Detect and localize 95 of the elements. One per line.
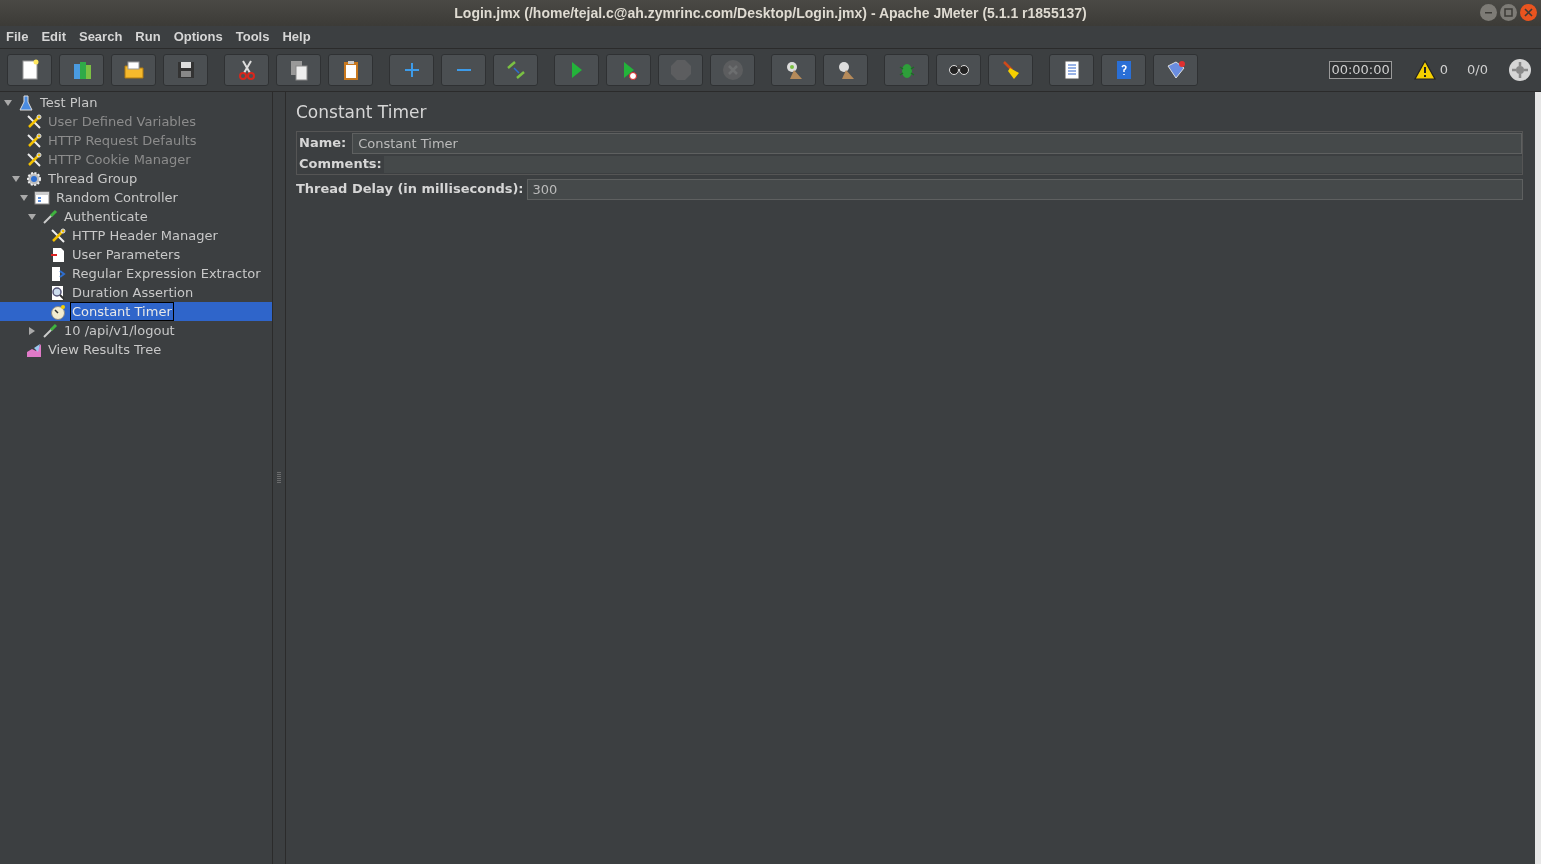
wrench-screwdriver-icon: [26, 151, 42, 168]
tree-row[interactable]: Test Plan: [0, 93, 272, 112]
tree-row[interactable]: Regular Expression Extractor: [0, 264, 272, 283]
selected-tree-row[interactable]: Constant Timer: [0, 302, 272, 321]
save-button[interactable]: [163, 54, 208, 86]
tree-row[interactable]: 10 /api/v1/logout: [0, 321, 272, 340]
expanded-toggle-icon[interactable]: [27, 211, 37, 222]
start-button[interactable]: [554, 54, 599, 86]
pipette-icon: [42, 208, 58, 225]
wrench-screwdriver-icon: [26, 113, 42, 130]
menu-item[interactable]: Run: [135, 28, 161, 46]
stopwatch-icon: [50, 303, 66, 320]
wrench-screwdriver-icon: [26, 132, 42, 149]
tree-row[interactable]: User Parameters: [0, 245, 272, 264]
comments-field[interactable]: [383, 155, 1522, 173]
collapsed-toggle-icon[interactable]: [27, 325, 37, 336]
minimize-button[interactable]: [1480, 4, 1497, 21]
warning-count: 0: [1439, 61, 1449, 80]
help-button[interactable]: [1101, 54, 1146, 86]
start-no-pause-button[interactable]: [606, 54, 651, 86]
tree-item-label: HTTP Cookie Manager: [47, 151, 192, 169]
gear-icon: [26, 170, 42, 187]
search-button[interactable]: [936, 54, 981, 86]
plugins-button[interactable]: [1153, 54, 1198, 86]
close-icon: [1524, 8, 1533, 17]
menu-item[interactable]: Search: [78, 28, 123, 46]
maximize-button[interactable]: [1500, 4, 1517, 21]
panel-title: Constant Timer: [296, 101, 428, 124]
copy-button[interactable]: [276, 54, 321, 86]
remote-stop-button[interactable]: [823, 54, 868, 86]
cut-button[interactable]: [224, 54, 269, 86]
remote-status-icon[interactable]: [1509, 59, 1531, 81]
thread-delay-label: Thread Delay (in milliseconds):: [296, 180, 525, 199]
close-button[interactable]: [1520, 4, 1537, 21]
tree-item-label: HTTP Header Manager: [71, 227, 219, 245]
menu-item[interactable]: File: [6, 28, 29, 46]
folder-icon: [121, 58, 146, 82]
open-button[interactable]: [111, 54, 156, 86]
debug-button[interactable]: [884, 54, 929, 86]
grip-icon: [277, 471, 281, 485]
binoculars-icon: [948, 65, 969, 75]
crosshair-icon: [1512, 62, 1528, 78]
tree-row[interactable]: Random Controller: [0, 188, 272, 207]
menu-item[interactable]: Tools: [235, 28, 270, 46]
tree-item-label: Authenticate: [63, 208, 149, 226]
controller-icon: [34, 189, 50, 206]
new-button[interactable]: [7, 54, 52, 86]
tree-row[interactable]: Authenticate: [0, 207, 272, 226]
tree-item-label: HTTP Request Defaults: [47, 132, 198, 150]
tree-row[interactable]: HTTP Header Manager: [0, 226, 272, 245]
elapsed-time: 00:00:00: [1329, 61, 1392, 79]
comments-label: Comments:: [298, 155, 383, 174]
maximize-icon: [1504, 8, 1513, 17]
thread-count: 0/0: [1467, 61, 1488, 80]
cross-circle-icon: [720, 58, 745, 82]
pipette-icon: [42, 322, 58, 339]
tree-row[interactable]: Thread Group: [0, 169, 272, 188]
magnifier-icon: [50, 284, 66, 301]
tree-item-label: Constant Timer: [70, 302, 174, 321]
log-button[interactable]: [1049, 54, 1094, 86]
tree-item-label: 10 /api/v1/logout: [63, 322, 176, 340]
name-label: Name:: [298, 134, 348, 153]
window-title: Login.jmx (/home/tejal.c@ah.zymrinc.com/Desktop/Login.jmx) - Apache JMeter (5.1.1 r1855137): [454, 3, 1087, 23]
expanded-toggle-icon[interactable]: [19, 192, 29, 203]
minus-icon: [456, 69, 471, 71]
remote-start-button[interactable]: [771, 54, 816, 86]
tree-item-label: Random Controller: [55, 189, 179, 207]
play-icon: [571, 62, 582, 78]
chart-icon: [26, 341, 42, 358]
document-arrow-icon: [50, 246, 66, 263]
templates-button[interactable]: [59, 54, 104, 86]
paste-button[interactable]: [328, 54, 373, 86]
document-arrow-icon: [50, 265, 66, 282]
flask-icon: [18, 94, 34, 111]
warning-icon: [1413, 60, 1436, 80]
menu-item[interactable]: Edit: [41, 28, 66, 46]
tree-item-label: Duration Assertion: [71, 284, 195, 302]
wrench-screwdriver-icon: [50, 227, 66, 244]
toggle-button[interactable]: [493, 54, 538, 86]
menu-item[interactable]: Options: [173, 28, 223, 46]
expanded-toggle-icon[interactable]: [3, 97, 13, 108]
expand-button[interactable]: [389, 54, 434, 86]
clear-button[interactable]: [988, 54, 1033, 86]
thread-delay-field[interactable]: 300: [526, 178, 1523, 200]
tree-row[interactable]: View Results Tree: [0, 340, 272, 359]
tree-item-label: Test Plan: [39, 94, 99, 112]
tree-item-label: Thread Group: [47, 170, 139, 188]
tree-item-label: User Parameters: [71, 246, 182, 264]
tree-item-label: Regular Expression Extractor: [71, 265, 262, 283]
name-field[interactable]: Constant Timer: [352, 132, 1522, 154]
tree-item-label: View Results Tree: [47, 341, 163, 359]
tree-row[interactable]: Duration Assertion: [0, 283, 272, 302]
tree-item-label: User Defined Variables: [47, 113, 197, 131]
menu-item[interactable]: Help: [282, 28, 311, 46]
expanded-toggle-icon[interactable]: [11, 173, 21, 184]
